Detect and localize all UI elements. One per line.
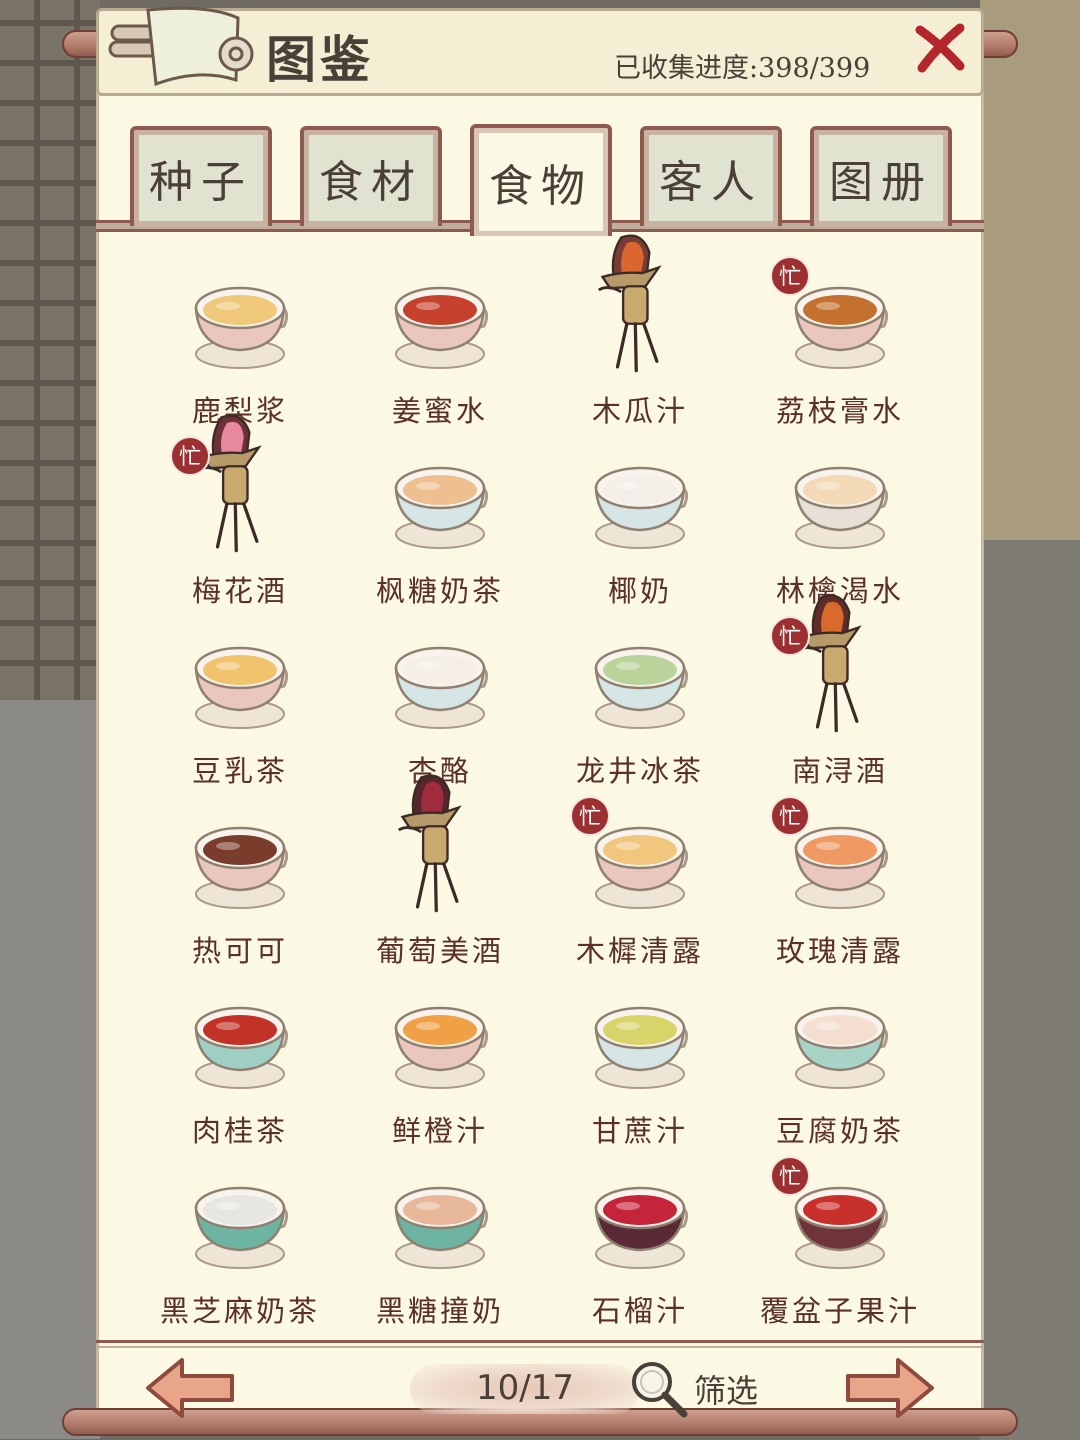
food-item[interactable]: 鹿梨浆 <box>140 246 340 428</box>
food-item[interactable]: 石榴汁 <box>540 1146 740 1328</box>
filter-button[interactable]: 筛选 <box>694 1366 758 1412</box>
cup-icon <box>380 616 500 736</box>
food-item[interactable]: 鲜橙汁 <box>340 966 540 1148</box>
cup-icon <box>180 1156 300 1276</box>
food-item[interactable]: 龙井冰茶 <box>540 606 740 788</box>
food-item[interactable]: 忙木樨清露 <box>540 786 740 968</box>
background-lattice-window <box>0 0 100 700</box>
cup-icon <box>580 1156 700 1276</box>
background-scenery-lower <box>980 540 1080 1440</box>
footer-divider <box>96 1340 984 1348</box>
cup-icon <box>780 976 900 1096</box>
food-item-label: 龙井冰茶 <box>575 754 704 788</box>
cup-icon <box>180 616 300 736</box>
cup-icon <box>580 616 700 736</box>
tab-ingredients[interactable]: 食材 <box>300 126 442 226</box>
cup-icon <box>380 1156 500 1276</box>
food-item-label: 肉桂茶 <box>191 1114 288 1148</box>
food-item-label: 鲜橙汁 <box>391 1114 488 1148</box>
food-item-label: 葡萄美酒 <box>375 934 504 968</box>
food-item[interactable]: 葡萄美酒 <box>340 774 540 968</box>
food-item[interactable]: 忙梅花酒 <box>140 414 340 608</box>
food-item-label: 黑糖撞奶 <box>375 1294 504 1328</box>
food-item-label: 热可可 <box>191 934 288 968</box>
food-item-label: 荔枝膏水 <box>775 394 904 428</box>
food-item[interactable]: 黑糖撞奶 <box>340 1146 540 1328</box>
food-item-label: 木樨清露 <box>575 934 704 968</box>
food-item-label: 豆腐奶茶 <box>775 1114 904 1148</box>
cup-icon <box>380 256 500 376</box>
jue-wine-vessel-icon <box>580 234 700 376</box>
busy-badge: 忙 <box>770 256 810 296</box>
food-item-label: 黑芝麻奶茶 <box>159 1294 320 1328</box>
food-item-label: 梅花酒 <box>191 574 288 608</box>
busy-badge: 忙 <box>570 796 610 836</box>
food-item[interactable]: 豆腐奶茶 <box>740 966 940 1148</box>
food-item[interactable]: 忙荔枝膏水 <box>740 246 940 428</box>
food-item[interactable]: 忙南浔酒 <box>740 594 940 788</box>
tab-seeds[interactable]: 种子 <box>130 126 272 226</box>
cup-icon <box>180 256 300 376</box>
scroll-icon <box>108 4 258 94</box>
page-title: 图鉴 <box>266 30 374 89</box>
close-icon <box>915 23 965 73</box>
food-item[interactable]: 肉桂茶 <box>140 966 340 1148</box>
busy-badge: 忙 <box>770 616 810 656</box>
food-item-label: 姜蜜水 <box>391 394 488 428</box>
close-button[interactable] <box>912 20 968 76</box>
cup-icon <box>180 796 300 916</box>
food-item[interactable]: 枫糖奶茶 <box>340 426 540 608</box>
food-item-label: 甘蔗汁 <box>591 1114 688 1148</box>
food-item[interactable]: 黑芝麻奶茶 <box>140 1146 340 1328</box>
busy-badge: 忙 <box>770 796 810 836</box>
arrow-right-icon <box>846 1358 934 1418</box>
search-icon[interactable] <box>628 1358 692 1422</box>
cup-icon <box>780 436 900 556</box>
food-item-label: 石榴汁 <box>591 1294 688 1328</box>
food-item[interactable]: 木瓜汁 <box>540 234 740 428</box>
tab-food[interactable]: 食物 <box>470 124 612 236</box>
food-item-label: 木瓜汁 <box>591 394 688 428</box>
background-wall <box>0 700 100 1439</box>
food-item[interactable]: 杏酪 <box>340 606 540 788</box>
food-item-label: 豆乳茶 <box>191 754 288 788</box>
food-item[interactable]: 林檎渴水 <box>740 426 940 608</box>
page-indicator: 10/17 <box>476 1368 574 1408</box>
food-item-label: 覆盆子果汁 <box>759 1294 920 1328</box>
cup-icon <box>580 436 700 556</box>
food-item[interactable]: 椰奶 <box>540 426 740 608</box>
jue-wine-vessel-icon <box>380 774 500 916</box>
tab-guests[interactable]: 客人 <box>640 126 782 226</box>
cup-icon <box>580 976 700 1096</box>
food-item[interactable]: 忙覆盆子果汁 <box>740 1146 940 1328</box>
food-item-label: 南浔酒 <box>791 754 888 788</box>
cup-icon <box>380 976 500 1096</box>
food-item-label: 椰奶 <box>607 574 672 608</box>
background-scenery <box>980 0 1080 540</box>
collection-progress: 已收集进度:398/399 <box>614 53 871 84</box>
previous-page-button[interactable] <box>142 1356 238 1420</box>
next-page-button[interactable] <box>842 1356 938 1420</box>
arrow-left-icon <box>146 1358 234 1418</box>
food-item[interactable]: 忙玫瑰清露 <box>740 786 940 968</box>
busy-badge: 忙 <box>170 436 210 476</box>
food-item[interactable]: 热可可 <box>140 786 340 968</box>
cup-icon <box>180 976 300 1096</box>
food-item[interactable]: 甘蔗汁 <box>540 966 740 1148</box>
food-item[interactable]: 姜蜜水 <box>340 246 540 428</box>
food-item[interactable]: 豆乳茶 <box>140 606 340 788</box>
cup-icon <box>380 436 500 556</box>
tab-album[interactable]: 图册 <box>810 126 952 226</box>
food-item-label: 玫瑰清露 <box>775 934 904 968</box>
busy-badge: 忙 <box>770 1156 810 1196</box>
food-item-label: 枫糖奶茶 <box>375 574 504 608</box>
